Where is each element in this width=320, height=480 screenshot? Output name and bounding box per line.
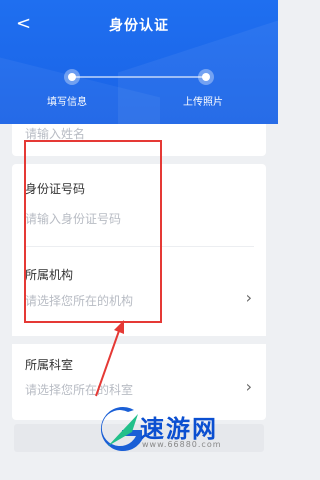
- annotation-arrow: [95, 320, 124, 397]
- step-dot-2: [198, 69, 214, 85]
- department-label: 所属科室: [25, 358, 74, 372]
- institution-label: 所属机构: [25, 268, 74, 282]
- step-label-fill-info: 填写信息: [47, 97, 87, 108]
- step-dot-1: [64, 69, 80, 85]
- watermark: 速游网 www.66880.com: [98, 406, 268, 460]
- page-title: 身份认证: [109, 18, 169, 34]
- id-number-field: 身份证号码 请输入身份证号码: [12, 164, 266, 244]
- divider: [24, 246, 254, 247]
- name-card: 请输入姓名: [12, 124, 266, 156]
- institution-select[interactable]: 请选择您所在的机构: [25, 292, 225, 309]
- chevron-right-icon[interactable]: ›: [246, 377, 252, 396]
- watermark-logo-icon: [100, 407, 142, 452]
- header-bar: < 身份认证 填写信息 上传照片: [0, 0, 278, 124]
- watermark-url: www.66880.com: [142, 440, 222, 449]
- institution-field[interactable]: 所属机构 请选择您所在的机构 ›: [12, 248, 266, 326]
- step-label-upload-photo: 上传照片: [183, 97, 223, 108]
- id-number-input[interactable]: 请输入身份证号码: [25, 210, 225, 227]
- step-connector: [72, 76, 206, 78]
- id-number-label: 身份证号码: [25, 182, 86, 196]
- chevron-right-icon[interactable]: ›: [246, 288, 252, 307]
- name-input[interactable]: 请输入姓名: [25, 125, 225, 142]
- progress-steps: 填写信息 上传照片: [0, 64, 278, 110]
- watermark-text: 速游网: [140, 415, 218, 443]
